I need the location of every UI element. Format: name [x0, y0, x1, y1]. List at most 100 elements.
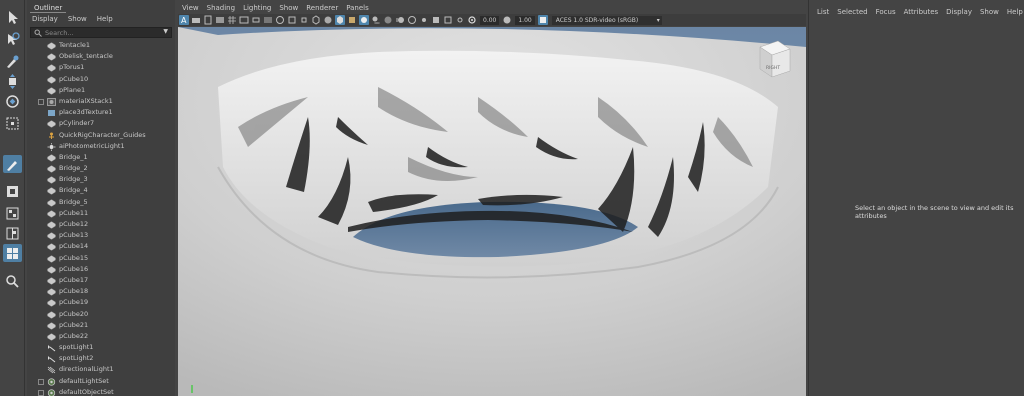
viewport-menu-renderer[interactable]: Renderer	[302, 3, 342, 13]
attr-menu-help[interactable]: Help	[1003, 7, 1024, 17]
resolution-gate-icon[interactable]	[251, 15, 261, 25]
two-pane-layout-icon[interactable]	[3, 224, 22, 242]
isolate-select-icon[interactable]	[431, 15, 441, 25]
image-plane-icon[interactable]	[215, 15, 225, 25]
outliner-item[interactable]: pCube22	[27, 331, 167, 342]
gamma-field[interactable]: 1.00	[515, 15, 535, 25]
outliner-item[interactable]: pTorus1	[27, 62, 167, 73]
soft-select-tool-icon[interactable]	[3, 182, 22, 200]
outliner-item[interactable]: pCube21	[27, 320, 167, 331]
color-space-dropdown[interactable]: ACES 1.0 SDR-video (sRGB)	[551, 15, 662, 25]
outliner-item[interactable]: pCube17	[27, 275, 167, 286]
bookmarks-icon[interactable]	[203, 15, 213, 25]
shadows-icon[interactable]	[371, 15, 381, 25]
safe-action-icon[interactable]	[287, 15, 297, 25]
expand-toggle-icon[interactable]	[38, 98, 44, 105]
camera-attributes-icon[interactable]	[191, 15, 201, 25]
select-tool-icon[interactable]	[3, 8, 22, 26]
paint-select-tool-icon[interactable]	[3, 52, 22, 70]
outliner-menu-show[interactable]: Show	[63, 14, 92, 24]
move-tool-icon[interactable]	[3, 72, 22, 90]
outliner-item[interactable]: pCube13	[27, 230, 167, 241]
outliner-item[interactable]: Bridge_2	[27, 163, 167, 174]
safe-title-icon[interactable]	[299, 15, 309, 25]
rotate-tool-icon[interactable]	[3, 92, 22, 110]
outliner-item[interactable]: Bridge_4	[27, 185, 167, 196]
gamma-icon[interactable]	[502, 15, 512, 25]
field-chart-icon[interactable]	[275, 15, 285, 25]
attr-menu-list[interactable]: List	[813, 7, 833, 17]
expand-toggle-icon[interactable]	[38, 378, 44, 385]
textured-icon[interactable]	[347, 15, 357, 25]
set-icon	[47, 377, 56, 386]
outliner-item[interactable]: Tentacle1	[27, 40, 167, 51]
mesh-icon	[47, 176, 56, 185]
four-pane-layout-icon[interactable]	[3, 244, 22, 262]
viewport-menu-view[interactable]: View	[178, 3, 203, 13]
outliner-item[interactable]: materialXStack1	[27, 96, 167, 107]
lasso-tool-icon[interactable]	[3, 30, 22, 48]
xray-icon[interactable]	[443, 15, 453, 25]
outliner-item[interactable]: defaultLightSet	[27, 376, 167, 387]
outliner-item[interactable]: pCube14	[27, 241, 167, 252]
anti-aliasing-icon[interactable]	[407, 15, 417, 25]
outliner-item[interactable]: pCube20	[27, 309, 167, 320]
single-pane-layout-icon[interactable]	[3, 204, 22, 222]
outliner-item[interactable]: pCylinder7	[27, 118, 167, 129]
chevron-down-icon[interactable]: ▼	[163, 28, 168, 35]
3d-viewport[interactable]: RIGHT	[178, 27, 806, 396]
attr-menu-attributes[interactable]: Attributes	[900, 7, 943, 17]
outliner-item[interactable]: Bridge_1	[27, 152, 167, 163]
attr-menu-selected[interactable]: Selected	[833, 7, 871, 17]
outliner-menu-display[interactable]: Display	[27, 14, 63, 24]
viewport-menu-panels[interactable]: Panels	[342, 3, 373, 13]
outliner-item[interactable]: spotLight1	[27, 342, 167, 353]
magnifier-icon[interactable]	[3, 272, 22, 290]
outliner-item[interactable]: pCube10	[27, 74, 167, 85]
view-cube[interactable]: RIGHT	[759, 40, 791, 78]
scale-tool-icon[interactable]	[3, 114, 22, 132]
outliner-search-input[interactable]: Search... ▼	[30, 27, 172, 38]
select-camera-icon[interactable]: A	[179, 15, 189, 25]
outliner-menu-help[interactable]: Help	[92, 14, 118, 24]
viewport-menu-lighting[interactable]: Lighting	[239, 3, 275, 13]
exposure-field[interactable]: 0.00	[480, 15, 500, 25]
viewport-menu-shading[interactable]: Shading	[203, 3, 239, 13]
outliner-item[interactable]: QuickRigCharacter_Guides	[27, 130, 167, 141]
outliner-item[interactable]: directionalLight1	[27, 364, 167, 375]
sculpt-tool-icon[interactable]	[3, 155, 22, 173]
ambient-occlusion-icon[interactable]	[383, 15, 393, 25]
outliner-item[interactable]: spotLight2	[27, 353, 167, 364]
default-material-icon[interactable]	[335, 15, 345, 25]
grid-icon[interactable]	[227, 15, 237, 25]
expand-toggle-icon[interactable]	[38, 389, 44, 396]
outliner-item[interactable]: pCube18	[27, 286, 167, 297]
depth-of-field-icon[interactable]	[419, 15, 429, 25]
exposure-icon[interactable]	[467, 15, 477, 25]
outliner-item[interactable]: pCube11	[27, 208, 167, 219]
attr-menu-show[interactable]: Show	[976, 7, 1003, 17]
outliner-item[interactable]: pCube15	[27, 253, 167, 264]
outliner-item[interactable]: pCube16	[27, 264, 167, 275]
motion-blur-icon[interactable]	[395, 15, 405, 25]
outliner-item[interactable]: Bridge_5	[27, 197, 167, 208]
outliner-item[interactable]: aiPhotometricLight1	[27, 141, 167, 152]
attr-menu-focus[interactable]: Focus	[872, 7, 900, 17]
outliner-item[interactable]: defaultObjectSet	[27, 387, 167, 396]
smooth-shade-icon[interactable]	[323, 15, 333, 25]
film-gate-icon[interactable]	[239, 15, 249, 25]
outliner-item[interactable]: pPlane1	[27, 85, 167, 96]
outliner-item[interactable]: pCube19	[27, 297, 167, 308]
color-management-icon[interactable]	[537, 15, 548, 25]
gate-mask-icon[interactable]	[263, 15, 273, 25]
outliner-tab[interactable]: Outliner	[30, 3, 67, 13]
outliner-item[interactable]: Obelisk_tentacle	[27, 51, 167, 62]
outliner-item[interactable]: Bridge_3	[27, 174, 167, 185]
viewport-menu-show[interactable]: Show	[275, 3, 302, 13]
use-all-lights-icon[interactable]	[359, 15, 369, 25]
xray-joints-icon[interactable]	[455, 15, 465, 25]
outliner-item[interactable]: place3dTexture1	[27, 107, 167, 118]
wireframe-icon[interactable]	[311, 15, 321, 25]
outliner-item[interactable]: pCube12	[27, 219, 167, 230]
attr-menu-display[interactable]: Display	[942, 7, 976, 17]
